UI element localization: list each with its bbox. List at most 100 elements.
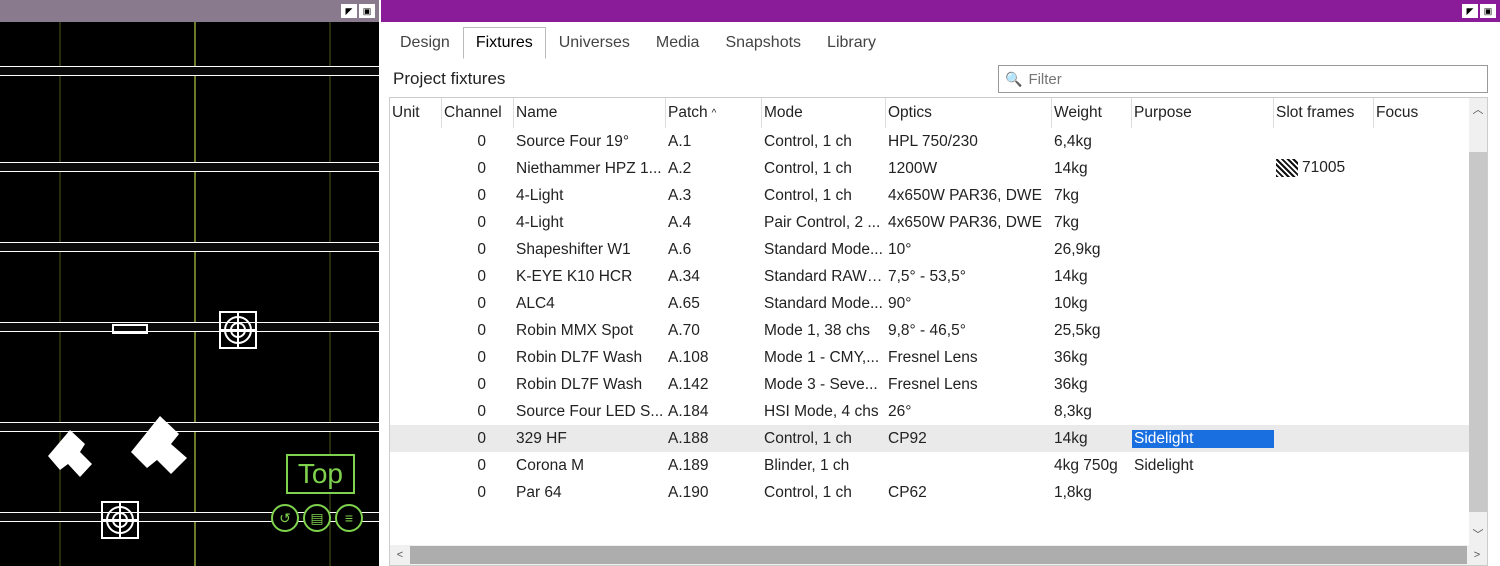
cell-mode: Mode 1 - CMY,... — [762, 349, 886, 367]
table-row[interactable]: 0ALC4A.65Standard Mode...90°10kg — [390, 290, 1487, 317]
scroll-thumb[interactable] — [410, 546, 1467, 564]
section-title: Project fixtures — [393, 69, 505, 89]
cell-optics: HPL 750/230 — [886, 133, 1052, 151]
table-row[interactable]: 0Source Four LED S...A.184HSI Mode, 4 ch… — [390, 398, 1487, 425]
cell-ch: 0 — [442, 241, 514, 259]
column-header[interactable]: Weight — [1052, 98, 1132, 128]
cell-weight: 6,4kg — [1052, 133, 1132, 151]
popout-icon[interactable]: ▣ — [359, 4, 375, 18]
table-row[interactable]: 04-LightA.4Pair Control, 2 ...4x650W PAR… — [390, 209, 1487, 236]
cell-name: Robin DL7F Wash — [514, 349, 666, 367]
cell-ch: 0 — [442, 133, 514, 151]
filter-input[interactable] — [1028, 71, 1481, 88]
scroll-up-icon[interactable]: ︿ — [1473, 98, 1484, 120]
column-header[interactable]: Name — [514, 98, 666, 128]
cell-mode: Control, 1 ch — [762, 430, 886, 448]
cell-weight: 36kg — [1052, 349, 1132, 367]
cell-patch: A.65 — [666, 295, 762, 313]
right-titlebar: ◤ ▣ — [381, 0, 1500, 22]
table-row[interactable]: 0Robin MMX SpotA.70Mode 1, 38 chs9,8° - … — [390, 317, 1487, 344]
fixture-symbol[interactable] — [30, 422, 110, 502]
cell-name: Par 64 — [514, 484, 666, 502]
table-row[interactable]: 0329 HFA.188Control, 1 chCP9214kgSidelig… — [390, 425, 1487, 452]
cell-patch: A.4 — [666, 214, 762, 232]
gobo-icon — [1276, 159, 1298, 177]
tab-library[interactable]: Library — [814, 27, 889, 59]
cell-weight: 14kg — [1052, 160, 1132, 178]
cell-weight: 36kg — [1052, 376, 1132, 394]
cell-weight: 14kg — [1052, 430, 1132, 448]
column-header[interactable]: Patch^ — [666, 98, 762, 128]
cell-weight: 1,8kg — [1052, 484, 1132, 502]
column-header[interactable]: Focus — [1374, 98, 1434, 128]
column-header[interactable]: Purpose — [1132, 98, 1274, 128]
column-header[interactable]: Channel — [442, 98, 514, 128]
fixture-symbol[interactable] — [218, 310, 258, 350]
fixture-symbol[interactable] — [100, 500, 140, 540]
column-header[interactable]: Unit — [390, 98, 442, 128]
cell-purpose: Sidelight — [1132, 457, 1274, 475]
table-row[interactable]: 0Robin DL7F WashA.108Mode 1 - CMY,...Fre… — [390, 344, 1487, 371]
vertical-scrollbar[interactable]: ︿ ﹀ — [1469, 98, 1487, 545]
cell-patch: A.2 — [666, 160, 762, 178]
filter-box[interactable]: 🔍 — [998, 65, 1488, 93]
scroll-thumb[interactable] — [1469, 152, 1487, 512]
tab-media[interactable]: Media — [643, 27, 713, 59]
cell-mode: Control, 1 ch — [762, 160, 886, 178]
column-header[interactable]: Mode — [762, 98, 886, 128]
rotate-icon[interactable]: ↺ — [271, 504, 299, 532]
left-panel: ◤ ▣ — [0, 0, 381, 566]
scroll-left-icon[interactable]: < — [390, 549, 410, 561]
scroll-right-icon[interactable]: > — [1467, 549, 1487, 561]
cell-weight: 7kg — [1052, 214, 1132, 232]
tab-design[interactable]: Design — [387, 27, 463, 59]
table-row[interactable]: 0Source Four 19°A.1Control, 1 chHPL 750/… — [390, 128, 1487, 155]
table-row[interactable]: 0Par 64A.190Control, 1 chCP621,8kg — [390, 479, 1487, 506]
undock-icon[interactable]: ◤ — [1462, 4, 1478, 18]
cell-mode: Control, 1 ch — [762, 187, 886, 205]
layer-icon[interactable]: ▤ — [303, 504, 331, 532]
cell-optics: CP62 — [886, 484, 1052, 502]
scroll-down-icon[interactable]: ﹀ — [1473, 523, 1484, 545]
cell-ch: 0 — [442, 403, 514, 421]
column-header[interactable]: Optics — [886, 98, 1052, 128]
fixture-symbol[interactable] — [112, 324, 148, 334]
fixture-table: UnitChannelNamePatch^ModeOpticsWeightPur… — [389, 97, 1488, 566]
table-row[interactable]: 0Shapeshifter W1A.6Standard Mode...10°26… — [390, 236, 1487, 263]
popout-icon[interactable]: ▣ — [1480, 4, 1496, 18]
cell-ch: 0 — [442, 160, 514, 178]
cell-optics: 4x650W PAR36, DWE — [886, 214, 1052, 232]
tab-snapshots[interactable]: Snapshots — [712, 27, 814, 59]
cell-mode: Mode 3 - Seve... — [762, 376, 886, 394]
cell-name: 4-Light — [514, 187, 666, 205]
stage-top-view[interactable]: Top ↺ ▤ ≡ — [0, 22, 379, 566]
cell-mode: Blinder, 1 ch — [762, 457, 886, 475]
cell-patch: A.1 — [666, 133, 762, 151]
cell-patch: A.184 — [666, 403, 762, 421]
cell-optics: CP92 — [886, 430, 1052, 448]
undock-icon[interactable]: ◤ — [341, 4, 357, 18]
tab-bar: DesignFixturesUniversesMediaSnapshotsLib… — [381, 22, 1500, 59]
cell-name: Niethammer HPZ 1... — [514, 160, 666, 178]
table-row[interactable]: 0Corona MA.189Blinder, 1 ch4kg 750gSidel… — [390, 452, 1487, 479]
table-row[interactable]: 04-LightA.3Control, 1 ch4x650W PAR36, DW… — [390, 182, 1487, 209]
fixture-symbol[interactable] — [115, 410, 205, 500]
table-row[interactable]: 0Niethammer HPZ 1...A.2Control, 1 ch1200… — [390, 155, 1487, 182]
table-row[interactable]: 0Robin DL7F WashA.142Mode 3 - Seve...Fre… — [390, 371, 1487, 398]
table-row[interactable]: 0K-EYE K10 HCRA.34Standard RAW ...7,5° -… — [390, 263, 1487, 290]
right-panel: ◤ ▣ DesignFixturesUniversesMediaSnapshot… — [381, 0, 1500, 566]
cell-name: Robin DL7F Wash — [514, 376, 666, 394]
menu-icon[interactable]: ≡ — [335, 504, 363, 532]
cell-name: 4-Light — [514, 214, 666, 232]
cell-weight: 10kg — [1052, 295, 1132, 313]
cell-name: Source Four LED S... — [514, 403, 666, 421]
tab-universes[interactable]: Universes — [546, 27, 643, 59]
cell-optics: 90° — [886, 295, 1052, 313]
column-header[interactable]: Slot frames — [1274, 98, 1374, 128]
cell-slot: 71005 — [1274, 159, 1374, 177]
cell-mode: HSI Mode, 4 chs — [762, 403, 886, 421]
horizontal-scrollbar[interactable]: < > — [390, 545, 1487, 565]
cell-patch: A.142 — [666, 376, 762, 394]
sort-asc-icon: ^ — [712, 108, 717, 119]
tab-fixtures[interactable]: Fixtures — [463, 27, 546, 59]
